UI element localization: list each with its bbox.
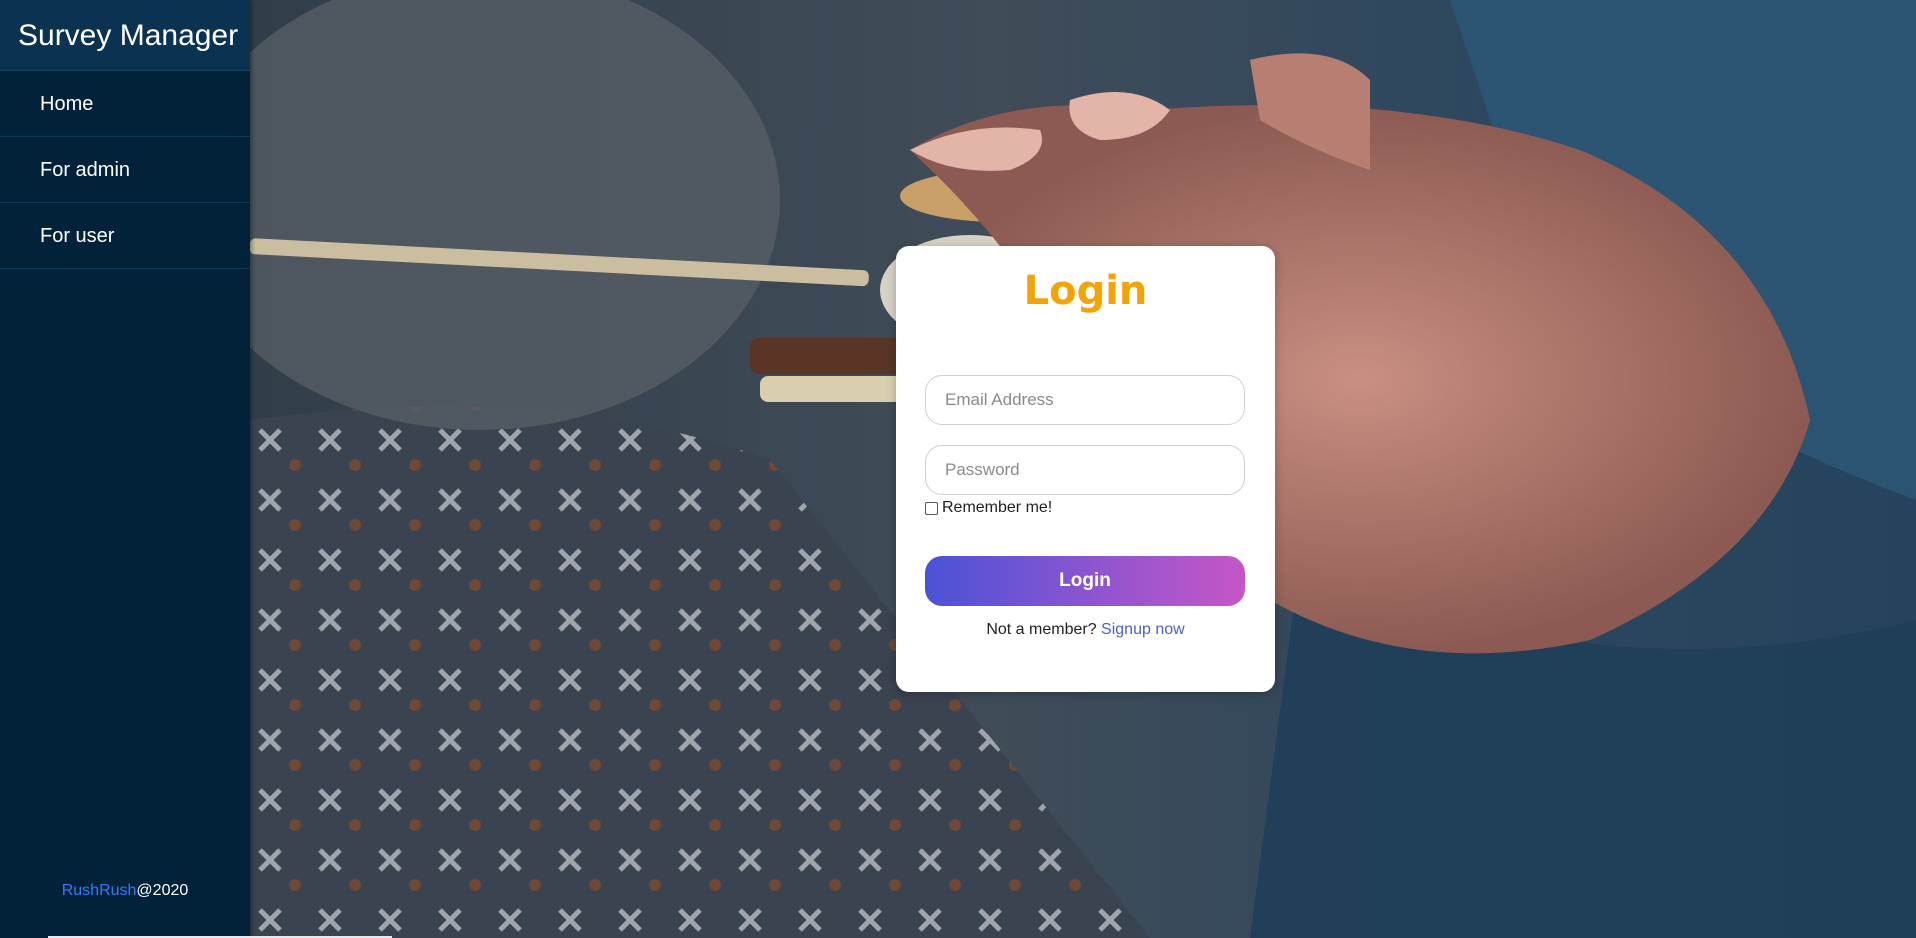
signup-prompt: Not a member? <box>986 621 1097 638</box>
app-root: Survey Manager Home For admin For user R… <box>0 0 1916 938</box>
sidebar-footer: RushRush@2020 <box>0 882 250 900</box>
remember-me-label: Remember me! <box>942 499 1053 516</box>
main-stage: Login Remember me! Login Not a member? S… <box>250 0 1916 938</box>
signup-row: Not a member? Signup now <box>896 621 1275 639</box>
remember-me-checkbox[interactable] <box>925 501 938 515</box>
password-field[interactable] <box>925 445 1245 495</box>
signup-link[interactable]: Signup now <box>1101 621 1185 638</box>
login-title: Login <box>1023 268 1148 314</box>
sidebar-item-for-admin[interactable]: For admin <box>0 137 250 203</box>
sidebar: Survey Manager Home For admin For user R… <box>0 0 250 938</box>
sidebar-nav: Home For admin For user <box>0 71 250 269</box>
app-title: Survey Manager <box>0 0 250 71</box>
email-field[interactable] <box>925 375 1245 425</box>
remember-me[interactable]: Remember me! <box>925 499 1052 517</box>
sidebar-item-for-user[interactable]: For user <box>0 203 250 269</box>
sidebar-item-home[interactable]: Home <box>0 71 250 137</box>
footer-link[interactable]: RushRush <box>62 882 137 899</box>
login-card: Login Remember me! Login Not a member? S… <box>896 246 1275 692</box>
footer-copyright: @2020 <box>136 882 189 899</box>
login-button[interactable]: Login <box>925 556 1245 606</box>
